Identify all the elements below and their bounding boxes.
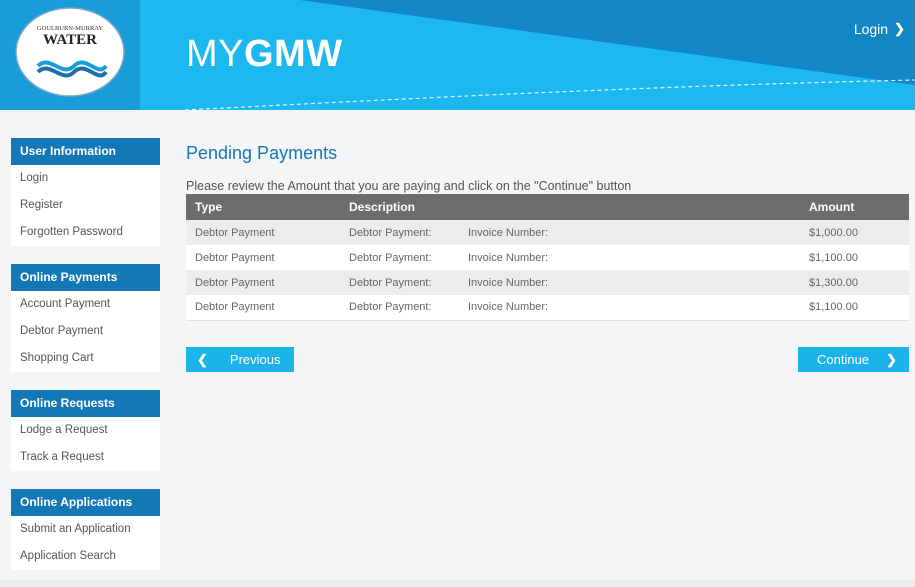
cell-amount: $1,000.00 [809,226,858,239]
cell-invoice: Invoice Number: [468,301,549,314]
cell-description: Debtor Payment: [349,226,432,239]
cell-type: Debtor Payment [195,276,275,289]
sidebar-item-account-payment[interactable]: Account Payment [11,291,160,318]
chevron-right-icon: ❯ [886,351,897,367]
previous-button[interactable]: ❮ Previous [186,347,294,372]
intro-text: Please review the Amount that you are pa… [186,179,632,193]
cell-amount: $1,100.00 [809,301,858,314]
column-header-type: Type [195,200,223,214]
cell-type: Debtor Payment [195,301,275,314]
column-header-amount: Amount [809,200,855,214]
previous-button-label: Previous [229,352,281,367]
sidebar-item-application-search[interactable]: Application Search [11,543,160,570]
brand-title: MYGMW [186,33,343,76]
table-row: Debtor Payment Debtor Payment: Invoice N… [186,245,909,270]
header-login-link[interactable]: Login ❯ [854,21,905,37]
cell-type: Debtor Payment [195,226,275,239]
logo-line1: GOULBURN-MURRAY [37,25,104,32]
header-login-label: Login [853,21,889,37]
sidebar-item-login[interactable]: Login [11,165,160,192]
sidebar-group-online-requests: Online Requests Lodge a Request Track a … [11,390,160,471]
table-header-row: Type Description Amount [186,194,909,220]
cell-description: Debtor Payment: [349,251,432,264]
page-title: Pending Payments [186,143,338,163]
footer-divider [0,580,915,587]
sidebar-group-title: Online Requests [11,390,160,417]
continue-button[interactable]: Continue ❯ [798,347,909,372]
cell-invoice: Invoice Number: [468,276,549,289]
table-row: Debtor Payment Debtor Payment: Invoice N… [186,270,909,295]
chevron-left-icon: ❮ [197,351,208,367]
header-background [0,0,915,110]
continue-button-label: Continue [817,352,870,367]
sidebar-item-register[interactable]: Register [11,192,160,219]
cell-invoice: Invoice Number: [468,226,549,239]
sidebar-item-debtor-payment[interactable]: Debtor Payment [11,318,160,345]
sidebar-group-title: Online Applications [11,489,160,516]
cell-description: Debtor Payment: [349,276,432,289]
gmw-logo[interactable]: GOULBURN-MURRAY WATER [14,6,126,98]
brand-light: MY [186,33,244,75]
sidebar-item-track-request[interactable]: Track a Request [11,444,160,471]
column-header-blank [459,194,800,220]
table-row: Debtor Payment Debtor Payment: Invoice N… [186,220,909,245]
sidebar: User Information Login Register Forgotte… [11,138,160,587]
column-header-description: Description [349,200,416,214]
sidebar-group-user-information: User Information Login Register Forgotte… [11,138,160,246]
logo-line2: WATER [43,32,97,48]
cell-description: Debtor Payment: [349,301,432,314]
site-header: GOULBURN-MURRAY WATER MYGMW Login ❯ [0,0,915,110]
sidebar-item-lodge-request[interactable]: Lodge a Request [11,417,160,444]
chevron-right-icon: ❯ [894,21,905,36]
sidebar-group-online-payments: Online Payments Account Payment Debtor P… [11,264,160,372]
sidebar-item-forgotten-password[interactable]: Forgotten Password [11,219,160,246]
cell-amount: $1,100.00 [809,251,858,264]
cell-invoice: Invoice Number: [468,251,549,264]
sidebar-item-submit-application[interactable]: Submit an Application [11,516,160,543]
sidebar-group-online-applications: Online Applications Submit an Applicatio… [11,489,160,570]
sidebar-item-shopping-cart[interactable]: Shopping Cart [11,345,160,372]
main-content: Pending Payments Please review the Amoun… [186,140,909,321]
sidebar-group-title: Online Payments [11,264,160,291]
cell-type: Debtor Payment [195,251,275,264]
table-row: Debtor Payment Debtor Payment: Invoice N… [186,295,909,320]
cell-amount: $1,300.00 [809,276,858,289]
sidebar-group-title: User Information [11,138,160,165]
pending-payments-table: Type Description Amount Debtor Payment D… [186,194,909,321]
brand-bold: GMW [244,33,343,75]
